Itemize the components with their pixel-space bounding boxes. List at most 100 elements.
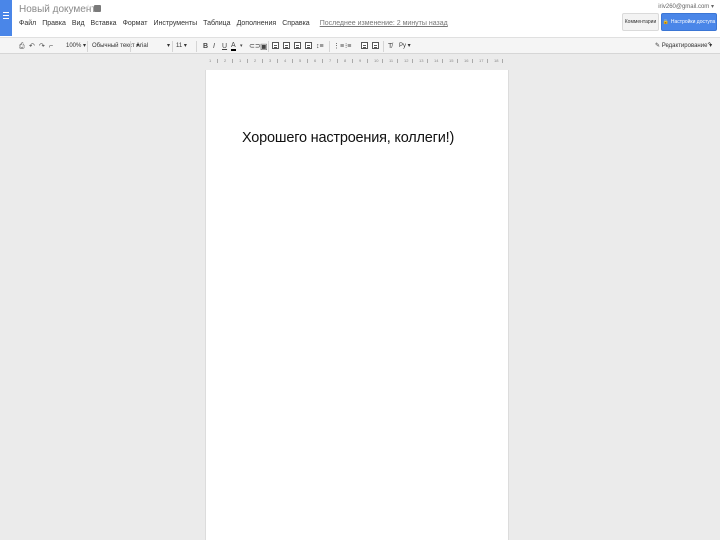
undo-icon[interactable]: ↶ [29, 42, 35, 51]
ruler-number: 18 [494, 58, 499, 63]
ruler-number: 9 [359, 58, 362, 63]
menu-tools[interactable]: Инструменты [153, 20, 197, 32]
menu-file[interactable]: Файл [19, 20, 36, 32]
style-value: Обычный текст [92, 43, 135, 49]
logo-line [3, 18, 9, 19]
decrease-indent-icon[interactable] [361, 42, 368, 49]
ruler-tick [292, 59, 293, 63]
document-page[interactable]: Хорошего настроения, коллеги!) [205, 70, 509, 540]
ruler-tick [337, 59, 338, 63]
numbered-list-icon[interactable]: ⋮≡ [333, 42, 344, 51]
ruler-number: 17 [479, 58, 484, 63]
share-button[interactable]: 🔒 Настройки доступа [661, 13, 717, 31]
logo-line [3, 15, 9, 16]
ruler-tick [457, 59, 458, 63]
folder-icon[interactable] [94, 5, 101, 12]
ruler-tick [217, 59, 218, 63]
ruler-tick [352, 59, 353, 63]
print-icon[interactable]: ⎙ [19, 42, 25, 51]
ruler-number: 10 [374, 58, 379, 63]
toolbar-divider [268, 41, 269, 52]
ruler-number: 2 [254, 58, 257, 63]
toolbar-divider [196, 41, 197, 52]
zoom-select[interactable]: 100% ▾ [66, 42, 86, 51]
ruler-number: 14 [434, 58, 439, 63]
ruler-tick [427, 59, 428, 63]
text-color-dropdown-icon[interactable]: ▾ [240, 42, 243, 51]
text-color-icon[interactable]: A [231, 42, 236, 51]
bold-icon[interactable]: B [203, 42, 208, 51]
increase-indent-icon[interactable] [372, 42, 379, 49]
ruler-number: 5 [299, 58, 302, 63]
menu-insert[interactable]: Вставка [91, 20, 117, 32]
docs-logo-icon[interactable] [0, 0, 12, 36]
toolbar-divider [130, 41, 131, 52]
ruler-tick [397, 59, 398, 63]
user-account[interactable]: iriv260@gmail.com ▾ [658, 3, 714, 10]
font-size-select[interactable]: 11 ▾ [176, 42, 187, 51]
ruler-tick [277, 59, 278, 63]
logo-line [3, 12, 9, 13]
font-select[interactable]: Arial ▾ [136, 42, 170, 51]
ruler-tick [487, 59, 488, 63]
menu-edit[interactable]: Правка [42, 20, 66, 32]
toolbar-divider [329, 41, 330, 52]
toolbar-divider [87, 41, 88, 52]
ruler-tick [412, 59, 413, 63]
ruler-number: 1 [209, 58, 212, 63]
ruler-number: 15 [449, 58, 454, 63]
link-icon[interactable]: ⊂⊃ [249, 42, 261, 51]
ruler-tick [502, 59, 503, 63]
edit-mode-select[interactable]: ✎ Редактирование ▾ [655, 42, 712, 49]
app-header: Новый документ ☆ Файл Правка Вид Вставка… [0, 0, 720, 37]
ruler-number: 7 [329, 58, 332, 63]
menu-addons[interactable]: Дополнения [237, 20, 277, 32]
collapse-menu-icon[interactable]: ⌃ [706, 41, 713, 50]
pencil-icon: ✎ [655, 43, 661, 49]
align-right-icon[interactable] [294, 42, 301, 49]
ruler[interactable]: 1 2 1 2 3 4 5 6 7 8 9 10 11 12 13 14 15 16 17 18 [205, 57, 509, 65]
italic-icon[interactable]: I [213, 42, 215, 51]
lock-icon: 🔒 [662, 19, 669, 25]
bulleted-list-icon[interactable]: ⁝≡ [345, 42, 351, 51]
font-size-value: 11 [176, 43, 183, 49]
ruler-number: 8 [344, 58, 347, 63]
ruler-number: 6 [314, 58, 317, 63]
menu-help[interactable]: Справка [282, 20, 309, 32]
ruler-tick [247, 59, 248, 63]
line-spacing-icon[interactable]: ↕≡ [316, 42, 324, 51]
input-tools-value: Ру [399, 43, 407, 49]
menu-view[interactable]: Вид [72, 20, 85, 32]
clear-formatting-icon[interactable]: T̸ [388, 42, 392, 51]
ruler-tick [472, 59, 473, 63]
comment-icon[interactable]: ▣ [260, 42, 268, 51]
menu-bar: Файл Правка Вид Вставка Формат Инструмен… [19, 20, 448, 32]
last-edit-link[interactable]: Последнее изменение: 2 минуты назад [320, 20, 448, 32]
align-left-icon[interactable] [272, 42, 279, 49]
input-tools-select[interactable]: Ру ▾ [399, 42, 411, 51]
ruler-tick [442, 59, 443, 63]
underline-icon[interactable]: U [222, 42, 227, 51]
share-label: Настройки доступа [670, 19, 716, 25]
ruler-number: 2 [224, 58, 227, 63]
align-justify-icon[interactable] [305, 42, 312, 49]
ruler-tick [307, 59, 308, 63]
ruler-number: 11 [389, 58, 394, 63]
ruler-number: 13 [419, 58, 424, 63]
menu-format[interactable]: Формат [123, 20, 148, 32]
zoom-value: 100% [66, 43, 82, 49]
style-select[interactable]: Обычный текст ▾ [92, 42, 139, 51]
align-center-icon[interactable] [283, 42, 290, 49]
paint-format-icon[interactable]: ⌐ [49, 42, 53, 51]
ruler-number: 3 [269, 58, 272, 63]
font-value: Arial [136, 43, 149, 49]
comments-button[interactable]: Комментарии [622, 13, 659, 31]
ruler-tick [382, 59, 383, 63]
star-icon[interactable]: ☆ [84, 3, 92, 14]
ruler-number: 12 [404, 58, 409, 63]
menu-table[interactable]: Таблица [203, 20, 230, 32]
redo-icon[interactable]: ↷ [39, 42, 45, 51]
user-email: iriv260@gmail.com [658, 4, 710, 10]
toolbar: ⎙ ↶ ↷ ⌐ 100% ▾ Обычный текст ▾ Arial ▾ 11… [0, 37, 720, 54]
document-text[interactable]: Хорошего настроения, коллеги!) [242, 130, 454, 146]
